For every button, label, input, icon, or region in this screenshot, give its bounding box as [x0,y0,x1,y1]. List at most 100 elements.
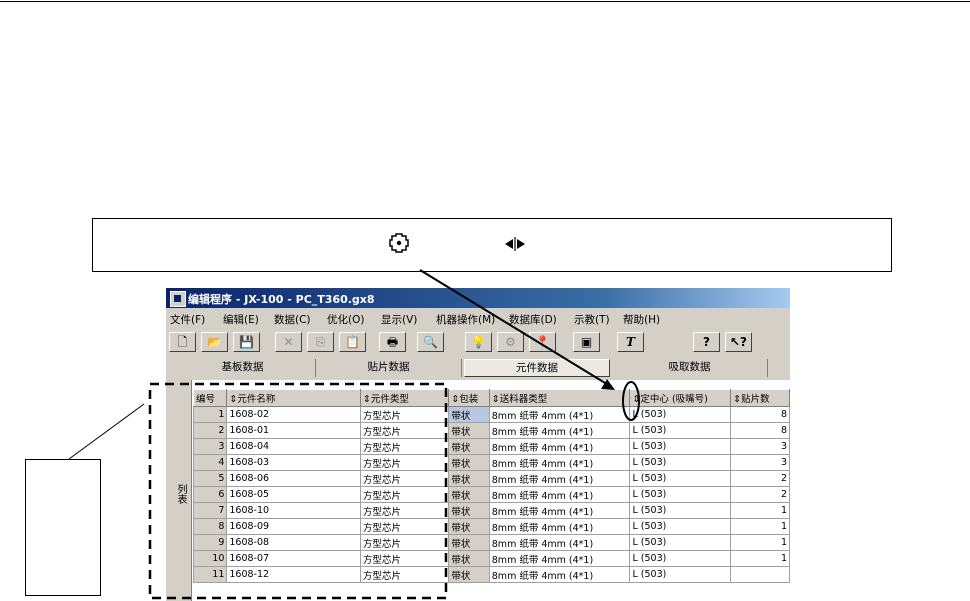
table-row[interactable]: 4 1608-03 方型芯片 带状 8mm 纸带 4mm (4*1) L (503) 3 [192,454,790,471]
centering-cell[interactable]: L (503) [629,422,732,439]
text-icon[interactable]: T [617,332,644,352]
table-row[interactable]: 5 1608-06 方型芯片 带状 8mm 纸带 4mm (4*1) L (503) 2 [192,470,790,487]
copy-icon[interactable]: ⎘ [307,332,334,352]
menu-optimize[interactable]: 优化(O) [327,312,364,327]
part-type-cell[interactable]: 方型芯片 [359,566,450,583]
placement-count-cell[interactable]: 2 [730,486,790,503]
packaging-cell[interactable]: 带状 [448,566,490,583]
packaging-cell[interactable]: 带状 [448,422,490,439]
packaging-cell[interactable]: 带状 [448,518,490,535]
feeder-type-cell[interactable]: 8mm 纸带 4mm (4*1) [488,406,631,423]
placement-count-cell[interactable]: 8 [730,422,790,439]
packaging-cell[interactable]: 带状 [448,486,490,503]
part-name-cell[interactable]: 1608-07 [226,550,361,567]
packaging-cell[interactable]: 带状 [448,470,490,487]
placement-count-cell[interactable] [730,566,790,583]
part-name-cell[interactable]: 1608-12 [226,566,361,583]
col-placement-count[interactable]: ⇕贴片数 [730,389,790,407]
table-row[interactable]: 2 1608-01 方型芯片 带状 8mm 纸带 4mm (4*1) L (503) 8 [192,422,790,439]
packaging-cell[interactable]: 带状 [448,502,490,519]
tab-pickup-data[interactable]: 吸取数据 [612,359,768,377]
robot-icon[interactable]: ⚙ [497,332,524,352]
feeder-type-cell[interactable]: 8mm 纸带 4mm (4*1) [488,566,631,583]
centering-cell[interactable]: L (503) [629,470,732,487]
delete-icon[interactable]: ✕ [275,332,302,352]
placement-count-cell[interactable]: 3 [730,438,790,455]
row-number[interactable]: 3 [192,438,228,455]
help-icon[interactable]: ? [693,332,720,352]
centering-cell[interactable]: L (503) [629,550,732,567]
menu-machine[interactable]: 机器操作(M) [436,312,495,327]
find-binoculars-icon[interactable]: 🔍 [417,332,444,352]
part-type-cell[interactable]: 方型芯片 [359,470,450,487]
col-packaging[interactable]: ⇕包装 [448,389,490,407]
part-type-cell[interactable]: 方型芯片 [359,550,450,567]
col-feeder-type[interactable]: ⇕送料器类型 [488,389,631,407]
part-type-cell[interactable]: 方型芯片 [359,486,450,503]
col-centering[interactable]: ⇕定中心 (吸嘴号) [629,389,732,407]
menu-edit[interactable]: 编辑(E) [223,312,259,327]
table-row[interactable]: 10 1608-07 方型芯片 带状 8mm 纸带 4mm (4*1) L (503) 1 [192,550,790,567]
centering-cell[interactable]: L (503) [629,502,732,519]
row-number[interactable]: 5 [192,470,228,487]
title-bar[interactable]: 编辑程序 - JX-100 - PC_T360.gx8 [166,288,790,308]
placement-count-cell[interactable]: 3 [730,454,790,471]
col-part-name[interactable]: ⇕元件名称 [226,389,361,407]
pin-icon[interactable]: 📍 [529,332,556,352]
row-number[interactable]: 4 [192,454,228,471]
paste-icon[interactable]: 📋 [339,332,366,352]
col-number[interactable]: 编号 [192,389,228,407]
placement-count-cell[interactable]: 1 [730,502,790,519]
menu-help[interactable]: 帮助(H) [623,312,660,327]
open-folder-icon[interactable]: 📂 [201,332,228,352]
feeder-type-cell[interactable]: 8mm 纸带 4mm (4*1) [488,502,631,519]
part-type-cell[interactable]: 方型芯片 [359,422,450,439]
part-type-cell[interactable]: 方型芯片 [359,406,450,423]
placement-count-cell[interactable]: 8 [730,406,790,423]
row-number[interactable]: 8 [192,518,228,535]
part-type-cell[interactable]: 方型芯片 [359,438,450,455]
part-type-cell[interactable]: 方型芯片 [359,454,450,471]
feeder-type-cell[interactable]: 8mm 纸带 4mm (4*1) [488,438,631,455]
centering-cell[interactable]: L (503) [629,486,732,503]
whats-this-icon[interactable]: ↖? [725,332,752,352]
table-row[interactable]: 6 1608-05 方型芯片 带状 8mm 纸带 4mm (4*1) L (503) 2 [192,486,790,503]
packaging-cell[interactable]: 带状 [448,438,490,455]
row-number[interactable]: 10 [192,550,228,567]
part-name-cell[interactable]: 1608-04 [226,438,361,455]
table-row[interactable]: 9 1608-08 方型芯片 带状 8mm 纸带 4mm (4*1) L (503) 1 [192,534,790,551]
row-number[interactable]: 9 [192,534,228,551]
tab-component-data[interactable]: 元件数据 [464,359,610,377]
centering-cell[interactable]: L (503) [629,406,732,423]
row-number[interactable]: 2 [192,422,228,439]
feeder-type-cell[interactable]: 8mm 纸带 4mm (4*1) [488,454,631,471]
chip-icon[interactable]: ▣ [573,332,600,352]
menu-database[interactable]: 数据库(D) [509,312,557,327]
packaging-cell[interactable]: 带状 [448,534,490,551]
table-row[interactable]: 1 1608-02 方型芯片 带状 8mm 纸带 4mm (4*1) L (503) 8 [192,406,790,423]
part-name-cell[interactable]: 1608-10 [226,502,361,519]
menu-file[interactable]: 文件(F) [170,312,205,327]
row-number[interactable]: 6 [192,486,228,503]
part-name-cell[interactable]: 1608-06 [226,470,361,487]
centering-cell[interactable]: L (503) [629,534,732,551]
menu-data[interactable]: 数据(C) [274,312,311,327]
placement-count-cell[interactable]: 1 [730,518,790,535]
table-row[interactable]: 3 1608-04 方型芯片 带状 8mm 纸带 4mm (4*1) L (503) 3 [192,438,790,455]
row-number[interactable]: 11 [192,566,228,583]
part-name-cell[interactable]: 1608-02 [226,406,361,423]
row-number[interactable]: 1 [192,406,228,423]
menu-teach[interactable]: 示教(T) [574,312,610,327]
centering-cell[interactable]: L (503) [629,566,732,583]
feeder-type-cell[interactable]: 8mm 纸带 4mm (4*1) [488,470,631,487]
placement-count-cell[interactable]: 2 [730,470,790,487]
feeder-type-cell[interactable]: 8mm 纸带 4mm (4*1) [488,422,631,439]
part-name-cell[interactable]: 1608-05 [226,486,361,503]
bulb-icon[interactable]: 💡 [465,332,492,352]
table-row[interactable]: 11 1608-12 方型芯片 带状 8mm 纸带 4mm (4*1) L (503) [192,566,790,583]
tab-placement-data[interactable]: 贴片数据 [316,359,462,377]
table-row[interactable]: 8 1608-09 方型芯片 带状 8mm 纸带 4mm (4*1) L (503) 1 [192,518,790,535]
row-number[interactable]: 7 [192,502,228,519]
packaging-cell[interactable]: 带状 [448,406,490,423]
tab-board-data[interactable]: 基板数据 [170,359,316,377]
